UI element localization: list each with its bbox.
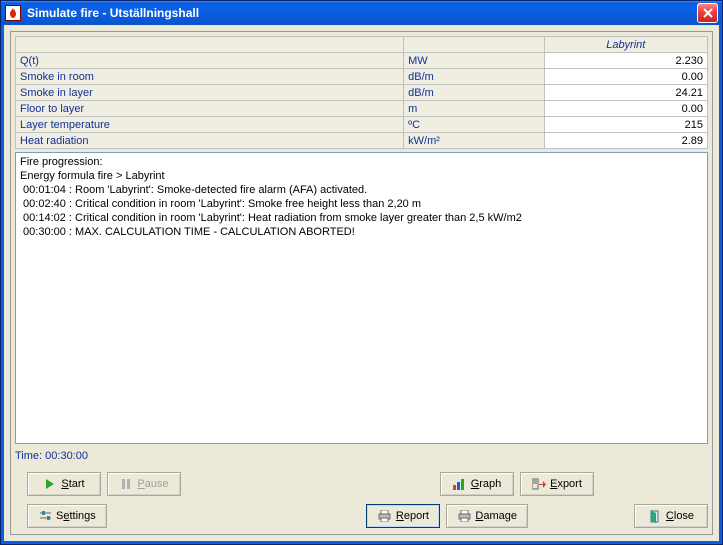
close-label-u: C bbox=[666, 510, 674, 522]
row-label: Smoke in room bbox=[16, 69, 404, 85]
window-title: Simulate fire - Utställningshall bbox=[27, 6, 697, 20]
close-button[interactable]: Close bbox=[634, 504, 708, 528]
export-button[interactable]: Export bbox=[520, 472, 594, 496]
table-row: Heat radiation kW/m² 2.89 bbox=[16, 133, 708, 149]
row-label: Q(t) bbox=[16, 53, 404, 69]
row-value: 24.21 bbox=[544, 85, 707, 101]
printer-icon bbox=[378, 510, 392, 523]
settings-button[interactable]: Settings bbox=[27, 504, 107, 528]
export-icon bbox=[532, 478, 546, 491]
row-label: Layer temperature bbox=[16, 117, 404, 133]
row-unit: ºC bbox=[404, 117, 544, 133]
row-label: Floor to layer bbox=[16, 101, 404, 117]
door-icon bbox=[648, 510, 662, 523]
table-row: Q(t) MW 2.230 bbox=[16, 53, 708, 69]
simulate-fire-window: Simulate fire - Utställningshall Labyrin… bbox=[0, 0, 723, 545]
row-label: Smoke in layer bbox=[16, 85, 404, 101]
row-value: 215 bbox=[544, 117, 707, 133]
row-value: 0.00 bbox=[544, 101, 707, 117]
graph-button[interactable]: Graph bbox=[440, 472, 514, 496]
export-label-rest: xport bbox=[557, 478, 581, 490]
time-value: 00:30:00 bbox=[45, 450, 88, 462]
row-value: 2.230 bbox=[544, 53, 707, 69]
start-label-rest: tart bbox=[69, 478, 85, 490]
damage-label-rest: amage bbox=[483, 510, 517, 522]
table-row: Layer temperature ºC 215 bbox=[16, 117, 708, 133]
settings-label-rest: ttings bbox=[69, 510, 95, 522]
inner-panel: Labyrint Q(t) MW 2.230 Smoke in room dB/… bbox=[10, 31, 713, 535]
table-row: Floor to layer m 0.00 bbox=[16, 101, 708, 117]
row-unit: m bbox=[404, 101, 544, 117]
column-header: Labyrint bbox=[544, 37, 707, 53]
table-corner bbox=[16, 37, 404, 53]
report-label-rest: eport bbox=[404, 510, 429, 522]
time-label: Time: bbox=[15, 450, 42, 462]
play-icon bbox=[43, 478, 57, 491]
table-row: Smoke in layer dB/m 24.21 bbox=[16, 85, 708, 101]
table-corner-unit bbox=[404, 37, 544, 53]
pause-icon bbox=[119, 478, 133, 491]
row-unit: MW bbox=[404, 53, 544, 69]
report-label-u: R bbox=[396, 510, 404, 522]
pause-label-u: P bbox=[137, 478, 144, 490]
button-area: Start Pause bbox=[15, 468, 708, 528]
titlebar: Simulate fire - Utställningshall bbox=[1, 1, 722, 25]
pause-label-rest: ause bbox=[145, 478, 169, 490]
fire-progression-log[interactable]: Fire progression: Energy formula fire > … bbox=[15, 152, 708, 444]
start-button[interactable]: Start bbox=[27, 472, 101, 496]
client-area: Labyrint Q(t) MW 2.230 Smoke in room dB/… bbox=[1, 25, 722, 544]
time-row: Time: 00:30:00 bbox=[15, 450, 708, 462]
bar-chart-icon bbox=[453, 478, 467, 491]
app-icon bbox=[5, 5, 21, 21]
row-unit: kW/m² bbox=[404, 133, 544, 149]
row-unit: dB/m bbox=[404, 69, 544, 85]
damage-button[interactable]: Damage bbox=[446, 504, 528, 528]
pause-button[interactable]: Pause bbox=[107, 472, 181, 496]
row-unit: dB/m bbox=[404, 85, 544, 101]
table-row: Smoke in room dB/m 0.00 bbox=[16, 69, 708, 85]
graph-label-u: G bbox=[471, 478, 480, 490]
printer-icon bbox=[457, 510, 471, 523]
results-table: Labyrint Q(t) MW 2.230 Smoke in room dB/… bbox=[15, 36, 708, 149]
graph-label-rest: raph bbox=[479, 478, 501, 490]
row-value: 0.00 bbox=[544, 69, 707, 85]
start-label-u: S bbox=[61, 478, 68, 490]
settings-icon bbox=[38, 510, 52, 523]
row-value: 2.89 bbox=[544, 133, 707, 149]
report-button[interactable]: Report bbox=[366, 504, 440, 528]
row-label: Heat radiation bbox=[16, 133, 404, 149]
close-label-rest: lose bbox=[674, 510, 694, 522]
window-close-button[interactable] bbox=[697, 3, 718, 23]
